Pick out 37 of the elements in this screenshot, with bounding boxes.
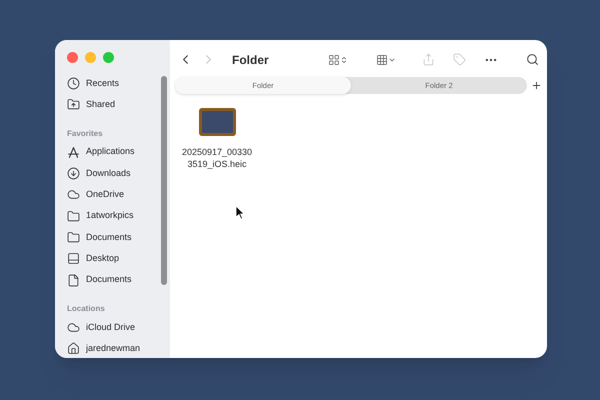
document-icon bbox=[67, 274, 80, 287]
new-tab-button[interactable] bbox=[531, 80, 542, 91]
up-down-chevron-icon bbox=[340, 56, 348, 64]
sidebar-heading: Favorites bbox=[67, 128, 104, 140]
download-icon bbox=[67, 167, 80, 180]
grid-icon bbox=[328, 54, 340, 66]
home-icon bbox=[67, 342, 80, 356]
group-button[interactable] bbox=[376, 54, 396, 66]
sidebar-item[interactable]: OneDrive bbox=[67, 184, 170, 206]
table-grid-icon bbox=[376, 54, 388, 66]
search-button[interactable] bbox=[526, 53, 539, 66]
file-item[interactable]: 20250917_003303519_iOS.heic bbox=[180, 108, 254, 358]
file-name: 20250917_003303519_iOS.heic bbox=[182, 146, 252, 170]
applications-icon bbox=[67, 146, 80, 159]
close-window-button[interactable] bbox=[67, 52, 78, 63]
cloud-icon bbox=[67, 320, 80, 334]
sidebar-item[interactable]: Desktop bbox=[67, 248, 170, 270]
sidebar-item[interactable]: 1atworkpics bbox=[67, 205, 170, 227]
mouse-pointer-icon bbox=[235, 205, 245, 220]
sidebar-item[interactable]: Downloads bbox=[67, 162, 170, 184]
view-mode-button[interactable] bbox=[328, 54, 348, 66]
sidebar-item[interactable]: Applications bbox=[67, 142, 170, 163]
sidebar-heading: Locations bbox=[67, 302, 106, 315]
image-thumbnail bbox=[198, 108, 236, 136]
sidebar-item[interactable]: jarednewman bbox=[67, 338, 170, 358]
sidebar-item[interactable]: Documents bbox=[67, 226, 170, 248]
sidebar-item[interactable]: iCloud Drive bbox=[67, 316, 170, 338]
sidebar-item[interactable]: Shared bbox=[67, 94, 170, 116]
folder-icon bbox=[67, 230, 80, 244]
folder-icon bbox=[67, 210, 80, 223]
window-title: Folder bbox=[232, 52, 269, 68]
shared-folder-icon bbox=[67, 98, 80, 112]
sidebar-item[interactable]: Recents bbox=[67, 73, 170, 94]
clock-icon bbox=[67, 77, 80, 90]
desktop-icon bbox=[67, 252, 80, 266]
cloud-icon bbox=[67, 188, 80, 202]
sidebar-item[interactable]: Documents bbox=[67, 269, 170, 291]
